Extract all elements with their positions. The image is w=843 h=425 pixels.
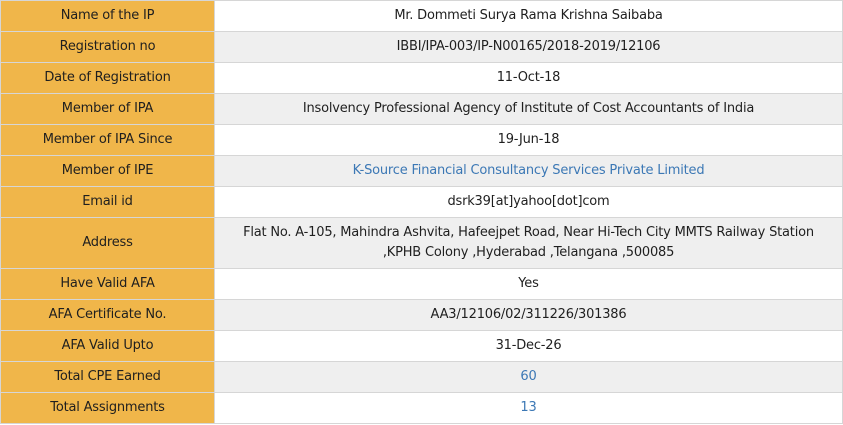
table-row: Date of Registration 11-Oct-18 <box>0 62 843 94</box>
valid-afa-value: Yes <box>214 268 843 300</box>
table-row: Member of IPA Insolvency Professional Ag… <box>0 93 843 125</box>
registration-date-value: 11-Oct-18 <box>214 62 843 94</box>
afa-valid-upto-value: 31-Dec-26 <box>214 330 843 362</box>
table-row: Total CPE Earned 60 <box>0 361 843 393</box>
table-row: Have Valid AFA Yes <box>0 268 843 300</box>
table-row: Name of the IP Mr. Dommeti Surya Rama Kr… <box>0 0 843 32</box>
row-label: Registration no <box>0 31 215 63</box>
row-label: Email id <box>0 186 215 218</box>
member-of-ipe-link[interactable]: K-Source Financial Consultancy Services … <box>353 163 705 178</box>
row-label: Date of Registration <box>0 62 215 94</box>
member-since-value: 19-Jun-18 <box>214 124 843 156</box>
row-label: Have Valid AFA <box>0 268 215 300</box>
table-row: Total Assignments 13 <box>0 392 843 424</box>
ip-name-value: Mr. Dommeti Surya Rama Krishna Saibaba <box>214 0 843 32</box>
row-label: Address <box>0 217 215 269</box>
total-assignments-link[interactable]: 13 <box>520 400 536 415</box>
table-row: Registration no IBBI/IPA-003/IP-N00165/2… <box>0 31 843 63</box>
member-of-ipa-value: Insolvency Professional Agency of Instit… <box>214 93 843 125</box>
table-row: Member of IPA Since 19-Jun-18 <box>0 124 843 156</box>
row-label: AFA Valid Upto <box>0 330 215 362</box>
row-label: Member of IPA <box>0 93 215 125</box>
total-cpe-cell: 60 <box>214 361 843 393</box>
address-value: Flat No. A-105, Mahindra Ashvita, Hafeej… <box>214 217 843 269</box>
table-row: Address Flat No. A-105, Mahindra Ashvita… <box>0 217 843 269</box>
table-row: AFA Valid Upto 31-Dec-26 <box>0 330 843 362</box>
row-label: Name of the IP <box>0 0 215 32</box>
table-row: AFA Certificate No. AA3/12106/02/311226/… <box>0 299 843 331</box>
row-label: Member of IPE <box>0 155 215 187</box>
row-label: AFA Certificate No. <box>0 299 215 331</box>
email-value: dsrk39[at]yahoo[dot]com <box>214 186 843 218</box>
total-assignments-cell: 13 <box>214 392 843 424</box>
total-cpe-link[interactable]: 60 <box>520 369 536 384</box>
table-row: Email id dsrk39[at]yahoo[dot]com <box>0 186 843 218</box>
member-of-ipe-cell: K-Source Financial Consultancy Services … <box>214 155 843 187</box>
row-label: Total CPE Earned <box>0 361 215 393</box>
ip-details-table: Name of the IP Mr. Dommeti Surya Rama Kr… <box>0 0 843 424</box>
row-label: Total Assignments <box>0 392 215 424</box>
afa-certificate-value: AA3/12106/02/311226/301386 <box>214 299 843 331</box>
table-row: Member of IPE K-Source Financial Consult… <box>0 155 843 187</box>
row-label: Member of IPA Since <box>0 124 215 156</box>
registration-no-value: IBBI/IPA-003/IP-N00165/2018-2019/12106 <box>214 31 843 63</box>
